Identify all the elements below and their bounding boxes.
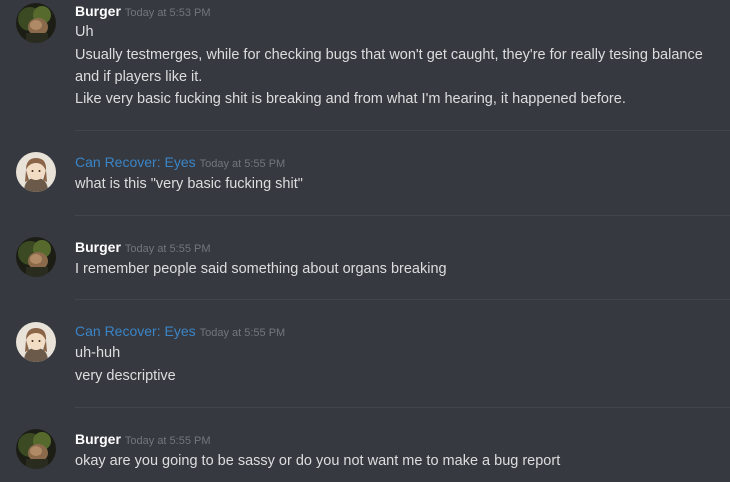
message-line: Uh bbox=[75, 24, 94, 40]
anime-character-avatar-icon[interactable] bbox=[16, 322, 56, 362]
timestamp: Today at 5:55 PM bbox=[199, 158, 286, 170]
burger-avatar-icon[interactable] bbox=[16, 429, 56, 469]
message-line: very descriptive bbox=[75, 368, 176, 384]
message-header: Burger Today at 5:55 PM bbox=[75, 429, 211, 449]
message-divider bbox=[75, 215, 730, 216]
message-header: Can Recover: Eyes Today at 5:55 PM bbox=[75, 152, 285, 172]
author-name[interactable]: Burger bbox=[75, 431, 121, 447]
message-divider bbox=[75, 407, 730, 408]
author-name[interactable]: Burger bbox=[75, 239, 121, 255]
message-header: Burger Today at 5:53 PM bbox=[75, 1, 211, 21]
anime-character-avatar-icon[interactable] bbox=[16, 152, 56, 192]
message-line: okay are you going to be sassy or do you… bbox=[75, 453, 561, 469]
timestamp: Today at 5:53 PM bbox=[124, 7, 211, 19]
timestamp: Today at 5:55 PM bbox=[124, 243, 211, 255]
author-name[interactable]: Can Recover: Eyes bbox=[75, 154, 196, 170]
message-line: what is this "very basic fucking shit" bbox=[75, 176, 303, 192]
message-line: Like very basic fucking shit is breaking… bbox=[75, 91, 626, 107]
message-divider bbox=[75, 299, 730, 300]
burger-avatar-icon[interactable] bbox=[16, 237, 56, 277]
message-header: Can Recover: Eyes Today at 5:55 PM bbox=[75, 321, 285, 341]
message-header: Burger Today at 5:55 PM bbox=[75, 237, 211, 257]
author-name[interactable]: Burger bbox=[75, 3, 121, 19]
burger-avatar-icon[interactable] bbox=[16, 3, 56, 43]
message-line: and if players like it. bbox=[75, 69, 203, 85]
message-divider bbox=[75, 130, 730, 131]
message-line: Usually testmerges, while for checking b… bbox=[75, 47, 703, 63]
timestamp: Today at 5:55 PM bbox=[124, 435, 211, 447]
message-line: I remember people said something about o… bbox=[75, 261, 447, 277]
message-line: uh-huh bbox=[75, 345, 121, 361]
author-name[interactable]: Can Recover: Eyes bbox=[75, 323, 196, 339]
timestamp: Today at 5:55 PM bbox=[199, 327, 286, 339]
